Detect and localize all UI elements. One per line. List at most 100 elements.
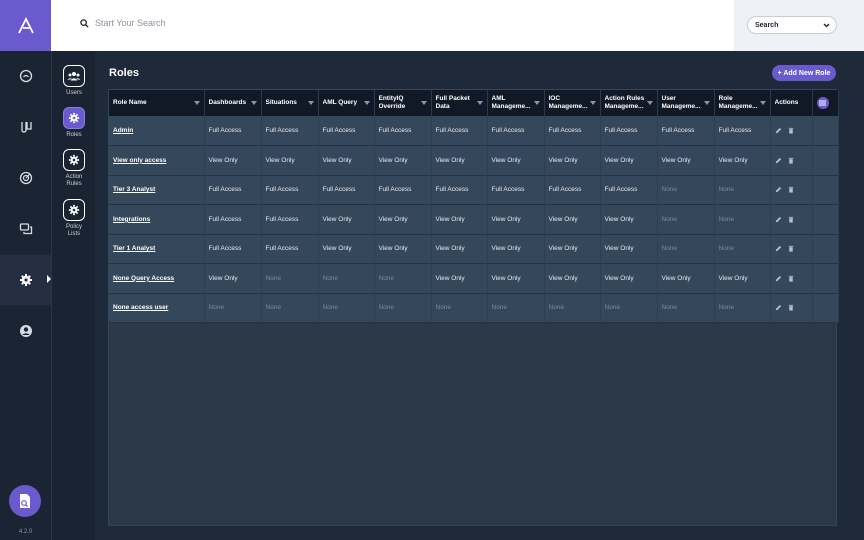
subnav-policy-lists-label: Policy Lists <box>65 224 82 237</box>
delete-trash-icon[interactable] <box>788 245 794 252</box>
gear-icon <box>19 274 32 286</box>
subnav-users[interactable]: Users <box>52 65 96 97</box>
edit-pencil-icon[interactable] <box>775 127 782 134</box>
users-icon <box>67 72 81 81</box>
delete-trash-icon[interactable] <box>788 127 794 134</box>
column-header-label: AML Manageme... <box>491 95 531 110</box>
nav-investigations[interactable] <box>0 102 51 152</box>
nav-messages[interactable] <box>0 204 51 254</box>
edit-pencil-icon[interactable] <box>775 304 782 311</box>
column-header-label: Action Rules Manageme... <box>604 95 645 110</box>
filter-icon[interactable] <box>363 101 370 105</box>
delete-trash-icon[interactable] <box>788 216 794 223</box>
role-name-link[interactable]: Tier 3 Analyst <box>109 175 205 205</box>
filter-icon[interactable] <box>703 101 710 105</box>
column-settings-icon[interactable] <box>816 97 829 109</box>
add-new-role-button[interactable]: + Add New Role <box>772 65 836 81</box>
role-name-link[interactable]: None access user <box>109 293 205 323</box>
permission-cell: None <box>657 293 715 323</box>
filter-icon[interactable] <box>193 101 200 105</box>
column-header-label: Actions <box>774 99 799 106</box>
search-input[interactable] <box>95 18 395 28</box>
column-header[interactable]: IOC Manageme... <box>544 90 601 116</box>
column-header[interactable]: AML Manageme... <box>487 90 545 116</box>
row-spacer <box>812 263 839 293</box>
column-header[interactable]: Role Manageme... <box>714 90 771 116</box>
edit-pencil-icon[interactable] <box>775 186 782 193</box>
edit-pencil-icon[interactable] <box>775 275 782 282</box>
delete-trash-icon[interactable] <box>788 304 794 311</box>
filter-icon[interactable] <box>307 101 314 105</box>
delete-trash-icon[interactable] <box>788 157 794 164</box>
filter-icon[interactable] <box>250 101 257 105</box>
column-settings[interactable] <box>812 90 839 116</box>
chat-icon <box>19 223 32 235</box>
permission-cell: View Only <box>374 204 432 234</box>
nav-settings[interactable] <box>0 255 51 305</box>
column-header-label: User Manageme... <box>661 95 701 110</box>
column-header[interactable]: Role Name <box>109 90 205 116</box>
settings-subnav: Users Roles Action Rules Policy Lists <box>51 51 95 540</box>
row-actions <box>770 263 813 293</box>
row-actions <box>770 293 813 323</box>
permission-cell: Full Access <box>204 234 262 264</box>
permission-cell: Full Access <box>431 116 488 146</box>
filter-icon[interactable] <box>420 101 427 105</box>
permission-cell: None <box>318 263 375 293</box>
edit-pencil-icon[interactable] <box>775 157 782 164</box>
row-actions <box>770 145 813 175</box>
column-header[interactable]: User Manageme... <box>657 90 715 116</box>
column-header[interactable]: AML Query <box>318 90 375 116</box>
permission-cell: Full Access <box>318 175 375 205</box>
permission-cell: View Only <box>600 263 658 293</box>
column-header[interactable]: EntityIQ Override <box>374 90 432 116</box>
edit-pencil-icon[interactable] <box>775 245 782 252</box>
permission-cell: Full Access <box>600 175 658 205</box>
column-header[interactable]: Full Packet Data <box>431 90 488 116</box>
app-version: 4.2.0 <box>18 529 33 535</box>
search-icon <box>80 18 89 28</box>
filter-icon[interactable] <box>759 101 766 105</box>
edit-pencil-icon[interactable] <box>775 216 782 223</box>
column-header[interactable]: Actions <box>770 90 813 116</box>
role-name-link[interactable]: Admin <box>109 116 205 146</box>
column-header-label: Situations <box>265 99 297 106</box>
nav-dashboard[interactable] <box>0 51 51 101</box>
filter-icon[interactable] <box>476 101 483 105</box>
filter-icon[interactable] <box>646 101 653 105</box>
permission-cell: View Only <box>261 145 319 175</box>
subnav-roles[interactable]: Roles <box>52 107 96 139</box>
search-type-select[interactable]: Search <box>747 16 837 34</box>
table-row: Tier 3 Analyst Full Access Full Access Full… <box>109 175 839 205</box>
role-name-link[interactable]: None Query Access <box>109 263 205 293</box>
role-name-link[interactable]: Tier 1 Analyst <box>109 234 205 264</box>
column-header-label: EntityIQ Override <box>378 95 406 110</box>
row-actions <box>770 175 813 205</box>
role-name-link[interactable]: View only access <box>109 145 205 175</box>
column-header[interactable]: Situations <box>261 90 319 116</box>
main-content: Roles + Add New Role Role Name Dashboards… <box>95 51 864 540</box>
policy-lists-icon-box <box>63 199 85 221</box>
permission-cell: Full Access <box>600 116 658 146</box>
subnav-policy-lists[interactable]: Policy Lists <box>52 199 96 238</box>
role-name-link[interactable]: Integrations <box>109 204 205 234</box>
filter-icon[interactable] <box>533 101 540 105</box>
subnav-users-label: Users <box>66 90 82 96</box>
permission-cell: View Only <box>431 204 488 234</box>
app-logo[interactable] <box>0 0 51 51</box>
report-search-button[interactable] <box>9 485 41 517</box>
delete-trash-icon[interactable] <box>788 186 794 193</box>
permission-cell: Full Access <box>487 116 545 146</box>
column-header[interactable]: Action Rules Manageme... <box>600 90 658 116</box>
nav-profile[interactable] <box>0 306 51 356</box>
filter-icon[interactable] <box>589 101 596 105</box>
search-select-value: Search <box>755 21 779 29</box>
permission-cell: Full Access <box>261 175 319 205</box>
nav-situations[interactable] <box>0 153 51 203</box>
delete-trash-icon[interactable] <box>788 275 794 282</box>
permission-cell: Full Access <box>261 116 319 146</box>
subnav-action-rules[interactable]: Action Rules <box>52 149 96 188</box>
table-row: None Query Access View Only None None None Vi… <box>109 263 839 293</box>
permission-cell: View Only <box>544 263 601 293</box>
column-header[interactable]: Dashboards <box>204 90 262 116</box>
